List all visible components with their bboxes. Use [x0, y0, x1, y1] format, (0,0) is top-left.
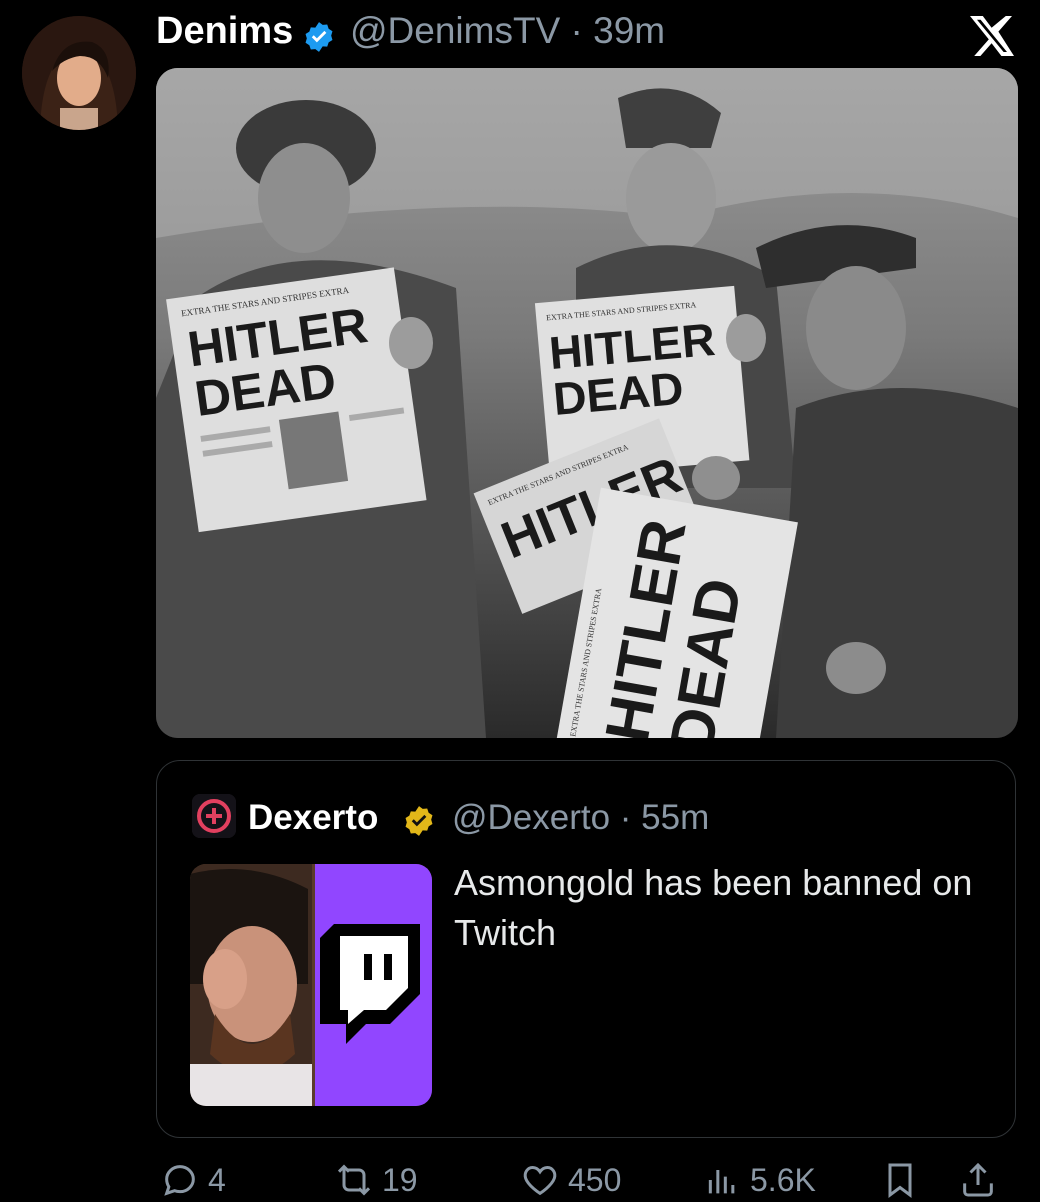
- share-icon: [963, 1162, 993, 1197]
- views-count: 5.6K: [750, 1161, 816, 1198]
- verified-gold-icon: [405, 806, 433, 836]
- views-icon: [708, 1170, 735, 1194]
- quoted-author-avatar[interactable]: [192, 794, 236, 838]
- bookmark-icon: [888, 1163, 912, 1198]
- x-logo-icon[interactable]: [968, 12, 1016, 60]
- views-button[interactable]: 5.6K: [702, 1158, 816, 1202]
- share-button[interactable]: [958, 1158, 998, 1202]
- quoted-tweet-text: Asmongold has been banned on Twitch: [454, 862, 973, 953]
- author-name[interactable]: Denims: [156, 10, 293, 53]
- quoted-author-handle-time[interactable]: @Dexerto · 55m: [452, 798, 709, 838]
- reply-icon: [164, 1165, 195, 1196]
- quoted-thumbnail[interactable]: [190, 864, 432, 1106]
- author-avatar[interactable]: [22, 16, 136, 130]
- bookmark-button[interactable]: [880, 1158, 920, 1202]
- like-button[interactable]: 450: [520, 1158, 621, 1202]
- like-count: 450: [568, 1161, 622, 1198]
- reply-button[interactable]: 4: [160, 1158, 226, 1202]
- reply-count: 4: [208, 1161, 226, 1198]
- verified-blue-icon: [305, 22, 333, 52]
- like-icon: [523, 1165, 557, 1196]
- repost-button[interactable]: 19: [334, 1158, 418, 1202]
- quoted-author-name[interactable]: Dexerto: [248, 798, 378, 838]
- repost-icon: [337, 1164, 371, 1196]
- tweet-photo[interactable]: EXTRA THE STARS AND STRIPES EXTRA HITLER…: [156, 68, 1018, 738]
- author-handle-time[interactable]: @DenimsTV · 39m: [350, 10, 665, 52]
- repost-count: 19: [382, 1161, 418, 1198]
